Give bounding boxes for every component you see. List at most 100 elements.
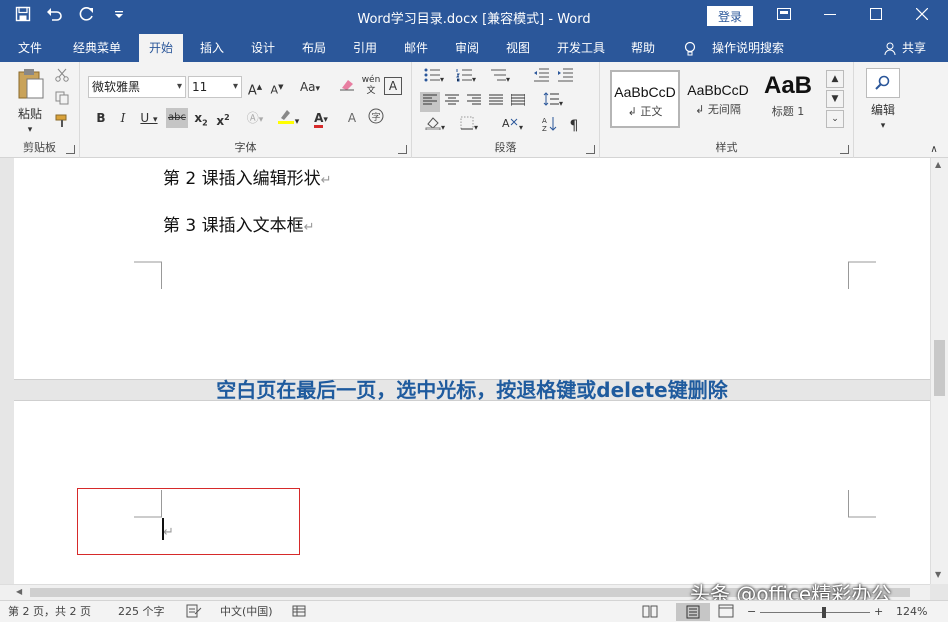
styles-scroll-down-icon[interactable]: ▼ xyxy=(826,90,844,108)
vertical-scroll-thumb[interactable] xyxy=(934,340,945,396)
undo-icon[interactable] xyxy=(46,6,64,26)
maximize-icon[interactable] xyxy=(853,0,899,34)
macro-icon[interactable] xyxy=(292,604,306,620)
underline-icon[interactable]: U ▾ xyxy=(136,108,162,128)
ribbon-display-options-icon[interactable] xyxy=(761,0,807,34)
align-left-icon[interactable] xyxy=(420,92,440,112)
phonetic-guide-button[interactable]: wén 文 xyxy=(360,75,382,96)
word-count[interactable]: 225 个字 xyxy=(118,604,165,620)
decrease-indent-icon[interactable] xyxy=(530,68,552,88)
highlight-color-icon[interactable]: ▾ xyxy=(274,108,302,128)
distributed-icon[interactable] xyxy=(508,92,528,112)
italic-icon[interactable]: I xyxy=(114,108,132,128)
tab-help[interactable]: 帮助 xyxy=(621,34,665,62)
justify-icon[interactable] xyxy=(486,92,506,112)
character-shading-icon[interactable]: A xyxy=(342,108,362,128)
superscript-icon[interactable]: x2 xyxy=(214,108,232,128)
align-center-icon[interactable] xyxy=(442,92,462,112)
editing-group[interactable]: 编辑 ▾ xyxy=(854,62,914,158)
zoom-out-icon[interactable]: − xyxy=(747,604,756,620)
redo-icon[interactable] xyxy=(78,6,96,26)
tab-mailings[interactable]: 邮件 xyxy=(394,34,438,62)
align-right-icon[interactable] xyxy=(464,92,484,112)
save-icon[interactable] xyxy=(14,6,32,26)
zoom-slider-thumb[interactable] xyxy=(822,607,826,618)
font-launcher-icon[interactable] xyxy=(398,145,407,154)
tab-classic-menu[interactable]: 经典菜单 xyxy=(62,34,132,62)
tab-file[interactable]: 文件 xyxy=(8,34,52,62)
page-1[interactable]: 第 2 课插入编辑形状↵ 第 3 课插入文本框↵ xyxy=(14,158,930,380)
bold-icon[interactable]: B xyxy=(92,108,110,128)
clear-formatting-icon[interactable] xyxy=(338,77,356,97)
change-case-button[interactable]: Aa▾ xyxy=(296,77,324,97)
format-painter-icon[interactable] xyxy=(53,114,71,134)
paragraph-launcher-icon[interactable] xyxy=(586,145,595,154)
character-border-icon[interactable]: A xyxy=(384,77,402,95)
asian-layout-icon[interactable]: A ▾ xyxy=(496,116,528,136)
share-button[interactable]: 共享 xyxy=(884,34,926,62)
font-name-select[interactable]: 微软雅黑 ▾ xyxy=(88,76,186,98)
scroll-left-icon[interactable]: ◀ xyxy=(16,587,22,596)
search-icon[interactable] xyxy=(866,68,900,98)
numbering-icon[interactable]: ▾ xyxy=(452,68,480,88)
scroll-down-icon[interactable]: ▼ xyxy=(935,570,941,579)
tab-insert[interactable]: 插入 xyxy=(190,34,234,62)
enclose-characters-icon[interactable]: 字 xyxy=(366,108,386,128)
tell-me-search[interactable]: 操作说明搜索 xyxy=(705,34,791,62)
close-icon[interactable] xyxy=(899,0,945,34)
subscript-icon[interactable]: x2 xyxy=(192,108,210,128)
copy-icon[interactable] xyxy=(53,91,71,111)
tab-home[interactable]: 开始 xyxy=(139,34,183,62)
shrink-font-icon[interactable]: A▼ xyxy=(268,77,286,97)
font-color-icon[interactable]: A▾ xyxy=(308,108,334,128)
tab-references[interactable]: 引用 xyxy=(343,34,387,62)
tab-view[interactable]: 视图 xyxy=(496,34,540,62)
paste-dropdown-icon[interactable]: ▾ xyxy=(24,120,36,140)
grow-font-icon[interactable]: A▲ xyxy=(246,77,264,98)
minimize-icon[interactable] xyxy=(807,0,853,34)
clipboard-launcher-icon[interactable] xyxy=(66,145,75,154)
line-spacing-icon[interactable]: ▾ xyxy=(538,92,568,112)
document-area[interactable]: 第 2 课插入编辑形状↵ 第 3 课插入文本框↵ 空白页在最后一页，选中光标，按… xyxy=(0,158,930,584)
collapse-ribbon-icon[interactable]: ∧ xyxy=(926,140,942,160)
text-effects-icon[interactable]: Ⓐ▾ xyxy=(242,108,268,128)
bullets-icon[interactable]: ▾ xyxy=(420,68,448,88)
tab-review[interactable]: 审阅 xyxy=(445,34,489,62)
phonetic-guide-label: wén xyxy=(361,75,381,85)
style-heading-1[interactable]: AaB 标题 1 xyxy=(753,70,823,128)
show-hide-marks-icon[interactable]: ¶ xyxy=(564,116,584,136)
document-line[interactable]: 第 2 课插入编辑形状↵ xyxy=(163,164,332,189)
proofing-icon[interactable] xyxy=(186,604,202,620)
cut-icon[interactable] xyxy=(53,68,71,88)
editing-dropdown-icon[interactable]: ▾ xyxy=(876,116,890,136)
page-count[interactable]: 第 2 页，共 2 页 xyxy=(8,604,91,620)
tab-design[interactable]: 设计 xyxy=(241,34,285,62)
vertical-scrollbar[interactable]: ▲ ▼ xyxy=(930,158,948,584)
read-mode-icon[interactable] xyxy=(642,604,658,620)
style-normal[interactable]: AaBbCcD ↲ 正文 xyxy=(610,70,680,128)
scroll-up-icon[interactable]: ▲ xyxy=(935,160,941,169)
increase-indent-icon[interactable] xyxy=(554,68,576,88)
shading-icon[interactable]: ▾ xyxy=(420,116,450,136)
zoom-slider[interactable] xyxy=(760,604,870,620)
strikethrough-icon[interactable]: abc xyxy=(166,108,188,128)
login-button[interactable]: 登录 xyxy=(707,6,753,26)
borders-icon[interactable]: ▾ xyxy=(454,116,484,136)
customize-qat-icon[interactable] xyxy=(110,6,128,26)
zoom-in-icon[interactable]: + xyxy=(874,604,883,620)
styles-more-icon[interactable]: ⌄ xyxy=(826,110,844,128)
tab-layout[interactable]: 布局 xyxy=(292,34,336,62)
tab-developer[interactable]: 开发工具 xyxy=(548,34,614,62)
sort-icon[interactable]: AZ xyxy=(540,116,560,136)
style-no-spacing[interactable]: AaBbCcD ↲ 无间隔 xyxy=(683,70,753,128)
styles-scroll-up-icon[interactable]: ▲ xyxy=(826,70,844,88)
print-layout-icon[interactable] xyxy=(676,603,710,621)
multilevel-list-icon[interactable]: ▾ xyxy=(484,68,516,88)
page-2[interactable]: ↵ xyxy=(14,400,930,584)
zoom-level[interactable]: 124% xyxy=(896,604,927,620)
document-line[interactable]: 第 3 课插入文本框↵ xyxy=(163,211,315,236)
font-size-select[interactable]: 11 ▾ xyxy=(188,76,242,98)
language-indicator[interactable]: 中文(中国) xyxy=(220,604,273,620)
web-layout-icon[interactable] xyxy=(718,604,734,620)
styles-launcher-icon[interactable] xyxy=(840,145,849,154)
